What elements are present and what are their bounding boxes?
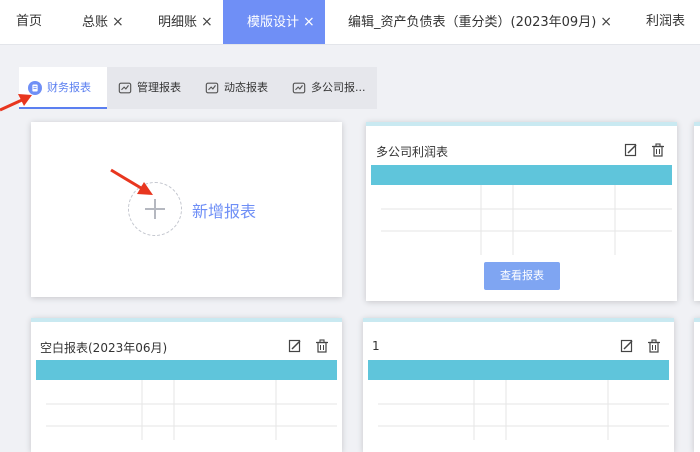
report-card[interactable]: 空白报表(2023年06月) bbox=[31, 318, 342, 452]
tab-detail-ledger[interactable]: 明细账 × bbox=[158, 0, 213, 44]
tab-label: 明细账 bbox=[158, 15, 198, 30]
view-report-button[interactable]: 查看报表 bbox=[484, 262, 560, 290]
sheet-header bbox=[371, 165, 672, 185]
report-card-partial[interactable] bbox=[694, 122, 700, 301]
trash-icon[interactable] bbox=[315, 339, 329, 353]
report-icon bbox=[292, 82, 306, 94]
report-card[interactable]: 多公司利润表 查看报表 bbox=[366, 122, 677, 301]
top-tab-bar: 首页 总账 × 明细账 × 模版设计 × 编辑_资产负债表（重分类）(2023年09月… bbox=[0, 0, 700, 45]
card-title: 空白报表(2023年06月) bbox=[40, 341, 168, 355]
sheet-header bbox=[368, 360, 669, 380]
edit-icon[interactable] bbox=[288, 339, 302, 353]
close-icon[interactable]: × bbox=[600, 14, 612, 30]
sheet-grid bbox=[46, 380, 337, 440]
subtab-dynamic-report[interactable]: 动态报表 bbox=[205, 67, 268, 109]
tab-income-statement[interactable]: 利润表 bbox=[646, 0, 685, 44]
report-icon bbox=[118, 82, 132, 94]
subtab-label: 财务报表 bbox=[47, 81, 91, 94]
tab-edit-balance-sheet[interactable]: 编辑_资产负债表（重分类）(2023年09月) × bbox=[348, 0, 612, 44]
tab-label: 总账 bbox=[82, 15, 109, 30]
sheet-grid bbox=[381, 185, 672, 255]
edit-icon[interactable] bbox=[624, 143, 638, 157]
report-card-partial[interactable] bbox=[694, 318, 700, 452]
subtab-management-report[interactable]: 管理报表 bbox=[118, 67, 181, 109]
tab-template-design[interactable]: 模版设计 × bbox=[223, 0, 325, 44]
report-card[interactable]: 1 bbox=[363, 318, 674, 452]
tab-label: 模版设计 bbox=[247, 15, 300, 30]
card-title: 1 bbox=[372, 339, 380, 353]
subtab-label: 多公司报... bbox=[311, 81, 366, 94]
report-icon bbox=[205, 82, 219, 94]
annotation-arrow-icon bbox=[0, 94, 32, 112]
annotation-arrow-icon bbox=[110, 168, 153, 195]
close-icon[interactable]: × bbox=[112, 14, 124, 30]
add-report-card[interactable]: 新增报表 bbox=[31, 122, 342, 297]
sheet-grid bbox=[378, 380, 669, 440]
tab-general-ledger[interactable]: 总账 × bbox=[82, 0, 124, 44]
subtab-label: 动态报表 bbox=[224, 81, 268, 94]
card-title: 多公司利润表 bbox=[376, 145, 449, 159]
close-icon[interactable]: × bbox=[303, 14, 315, 30]
subtab-label: 管理报表 bbox=[137, 81, 181, 94]
report-category-tabs: 财务报表 管理报表 动态报表 多公司报... bbox=[19, 67, 377, 109]
tab-label: 利润表 bbox=[646, 14, 686, 29]
close-icon[interactable]: × bbox=[201, 14, 213, 30]
tab-label: 首页 bbox=[15, 14, 42, 29]
trash-icon[interactable] bbox=[647, 339, 661, 353]
edit-icon[interactable] bbox=[620, 339, 634, 353]
add-report-label[interactable]: 新增报表 bbox=[192, 198, 256, 222]
tab-label: 编辑_资产负债表（重分类）(2023年09月) bbox=[348, 15, 597, 30]
subtab-multi-company-report[interactable]: 多公司报... bbox=[292, 67, 366, 109]
sheet-header bbox=[36, 360, 337, 380]
trash-icon[interactable] bbox=[651, 143, 665, 157]
tab-home[interactable]: 首页 bbox=[6, 0, 52, 44]
